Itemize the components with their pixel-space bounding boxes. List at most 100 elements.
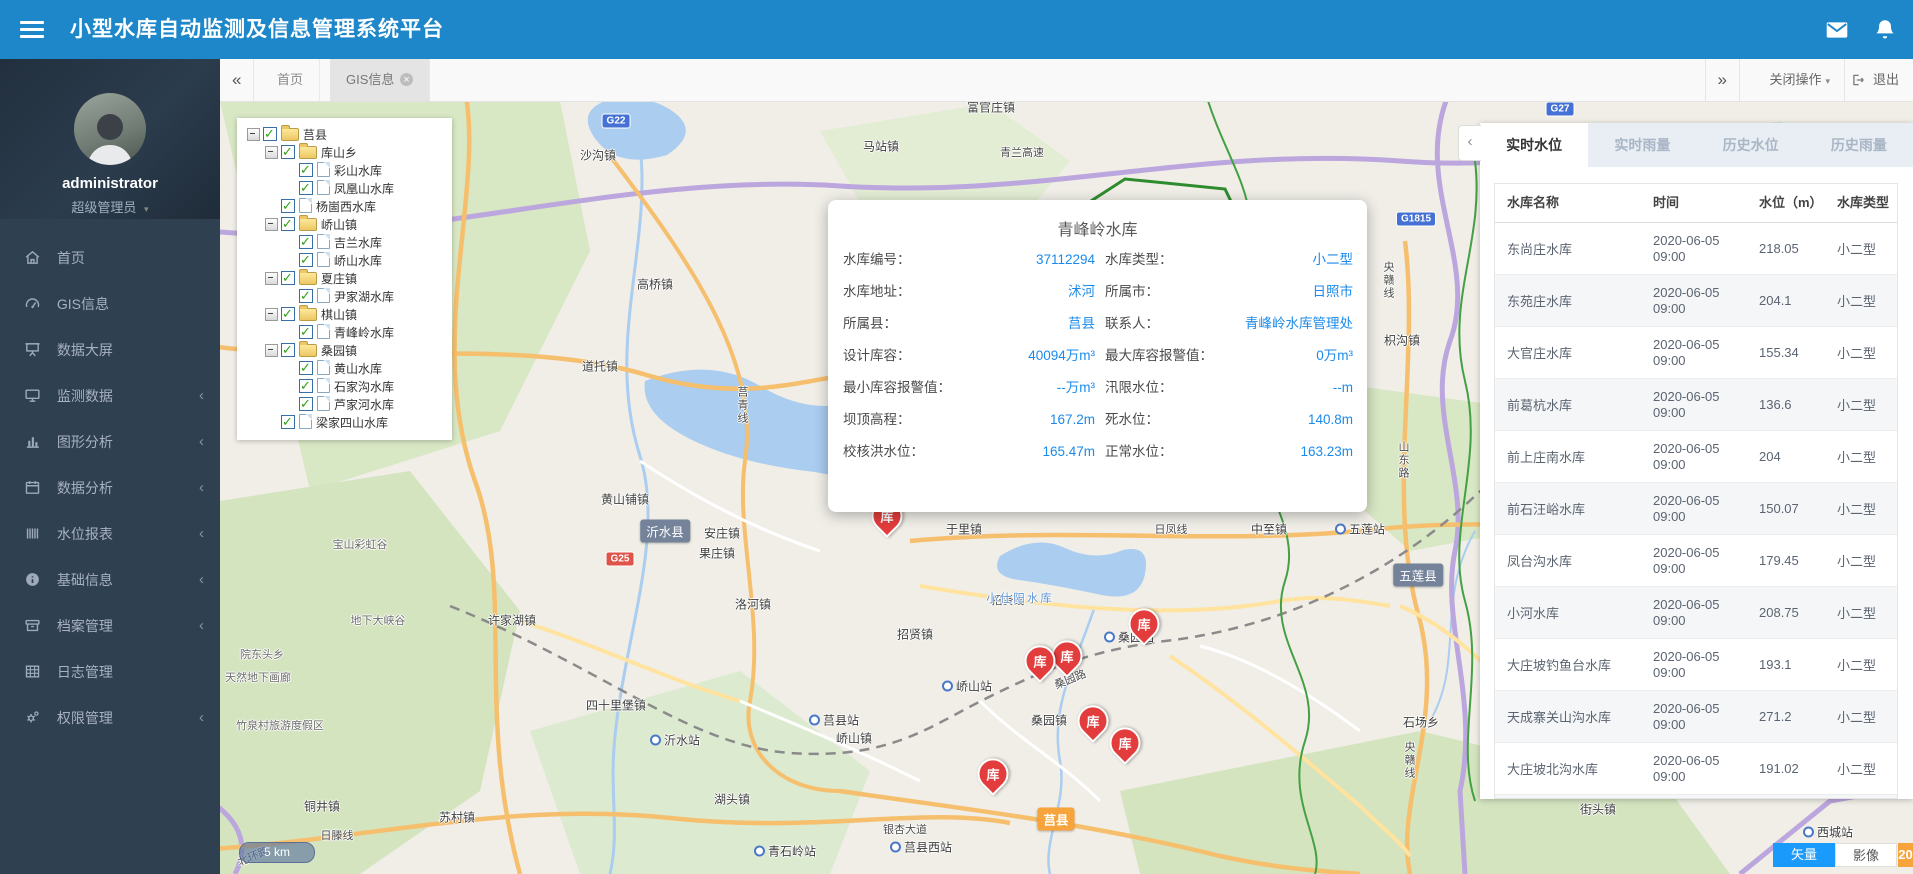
tree-node-reservoir[interactable]: 彩山水库	[243, 162, 452, 180]
前葛杭水库[interactable]: 前葛杭水库 2020-06-0509:00 136.6 小二型	[1495, 379, 1897, 431]
map-label: 天然地下画廊	[225, 669, 291, 685]
sidebar-item-monitor-data[interactable]: 监测数据	[0, 373, 220, 419]
sidebar-item-gis[interactable]: GIS信息	[0, 281, 220, 327]
tree-node-icon	[317, 396, 330, 411]
tree-node-reservoir[interactable]: 黄山水库	[243, 360, 452, 378]
popup-field-row: 水库类型：小二型	[1105, 244, 1353, 276]
tree-checkbox[interactable]	[281, 217, 295, 231]
tree-node-reservoir[interactable]: 芦家河水库	[243, 396, 452, 414]
tree-node-reservoir[interactable]: 石家沟水库	[243, 378, 452, 396]
tree-checkbox[interactable]	[299, 397, 313, 411]
tree-expand-icon[interactable]	[265, 308, 278, 321]
bell-icon[interactable]	[1872, 17, 1898, 43]
sidebar-item-level-report[interactable]: 水位报表	[0, 511, 220, 557]
tree-node-reservoir[interactable]: 杨崮西水库	[243, 198, 452, 216]
map-label: 沂水站	[650, 732, 700, 749]
凤台沟水库[interactable]: 凤台沟水库 2020-06-0509:00 179.45 小二型	[1495, 535, 1897, 587]
scroll-tabs-right-icon[interactable]	[1705, 59, 1740, 101]
tree-checkbox[interactable]	[299, 379, 313, 393]
map-label: 莒县站	[809, 712, 859, 729]
sidebar-item-chart-analysis[interactable]: 图形分析	[0, 419, 220, 465]
sidebar-item-base-info[interactable]: 基础信息	[0, 557, 220, 603]
table-row[interactable]: 2020-06-05	[1495, 795, 1897, 799]
天成寨关山沟水库[interactable]: 天成寨关山沟水库 2020-06-0509:00 271.2 小二型	[1495, 691, 1897, 743]
tab-gis[interactable]: GIS信息	[330, 59, 430, 101]
tree-node-town[interactable]: 夏庄镇	[243, 270, 452, 288]
tree-node-reservoir[interactable]: 凤凰山水库	[243, 180, 452, 198]
tree-checkbox[interactable]	[299, 325, 313, 339]
popup-field-row: 联系人：青峰岭水库管理处	[1105, 308, 1353, 340]
username: administrator	[0, 175, 220, 192]
tree-node-town[interactable]: 库山乡	[243, 144, 452, 162]
tree-checkbox[interactable]	[281, 307, 295, 321]
tree-node-reservoir[interactable]: 尹家湖水库	[243, 288, 452, 306]
tree-node-town[interactable]: 棋山镇	[243, 306, 452, 324]
tree-checkbox[interactable]	[281, 415, 295, 429]
tree-expand-icon[interactable]	[265, 344, 278, 357]
panel-collapse-button[interactable]	[1458, 125, 1481, 161]
tree-checkbox[interactable]	[281, 199, 295, 213]
sidebar-item-data-analysis[interactable]: 数据分析	[0, 465, 220, 511]
大庄坡北沟水库[interactable]: 大庄坡北沟水库 2020-06-0509:00 191.02 小二型	[1495, 743, 1897, 795]
前石汪峪水库[interactable]: 前石汪峪水库 2020-06-0509:00 150.07 小二型	[1495, 483, 1897, 535]
tree-checkbox[interactable]	[263, 127, 277, 141]
tree-node-reservoir[interactable]: 吉兰水库	[243, 234, 452, 252]
tree-node-reservoir[interactable]: 峤山水库	[243, 252, 452, 270]
popup-field-row: 水库编号：37112294	[843, 244, 1095, 276]
tree-expand-icon[interactable]	[265, 218, 278, 231]
tab-history-level[interactable]: 历史水位	[1697, 123, 1805, 167]
vector-layer-button[interactable]: 矢量	[1773, 843, 1835, 867]
sidebar-item-archives[interactable]: 档案管理	[0, 603, 220, 649]
小河水库[interactable]: 小河水库 2020-06-0509:00 208.75 小二型	[1495, 587, 1897, 639]
tree-node-town[interactable]: 峤山镇	[243, 216, 452, 234]
大官庄水库[interactable]: 大官庄水库 2020-06-0509:00 155.34 小二型	[1495, 327, 1897, 379]
map-label: 黄山铺镇	[601, 491, 649, 508]
role-dropdown[interactable]: 超级管理员 ▾	[0, 197, 220, 216]
sidebar: administrator 超级管理员 ▾ 首页 GIS信息	[0, 59, 220, 874]
tree-expand-icon[interactable]	[265, 272, 278, 285]
tree-checkbox[interactable]	[299, 163, 313, 177]
前上庄南水库[interactable]: 前上庄南水库 2020-06-0509:00 204 小二型	[1495, 431, 1897, 483]
popup-field-row: 最小库容报警值：--万m³	[843, 372, 1095, 404]
sidebar-item-logs[interactable]: 日志管理	[0, 649, 220, 695]
avatar[interactable]	[74, 93, 146, 165]
mail-icon[interactable]	[1824, 17, 1850, 43]
tree-checkbox[interactable]	[299, 361, 313, 375]
scroll-tabs-left-icon[interactable]	[220, 59, 254, 101]
hamburger-menu-icon[interactable]	[20, 21, 44, 38]
tree-node-icon	[317, 162, 330, 177]
tree-node-town[interactable]: 桑园镇	[243, 342, 452, 360]
东尚庄水库[interactable]: 东尚庄水库 2020-06-0509:00 218.05 小二型	[1495, 223, 1897, 275]
tree-checkbox[interactable]	[299, 181, 313, 195]
logout-button[interactable]: 退出	[1837, 59, 1913, 101]
close-operations-button[interactable]: 关闭操作▾	[1755, 59, 1845, 101]
sidebar-item-permissions[interactable]: 权限管理	[0, 695, 220, 741]
tree-checkbox[interactable]	[281, 145, 295, 159]
tab-realtime-rain[interactable]: 实时雨量	[1588, 123, 1696, 167]
layer-tree-panel: 莒县 库山乡 彩山水库 凤凰山水库 杨崮西水库 峤	[237, 118, 452, 440]
tree-node-reservoir[interactable]: 青峰岭水库	[243, 324, 452, 342]
tree-node-reservoir[interactable]: 梁家四山水库	[243, 414, 452, 432]
map-canvas[interactable]: 沙沟镇马站镇富官庄镇青兰高速高桥镇道托镇黄山铺镇安庄镇果庄镇于里镇日凤线中至镇五…	[220, 101, 1913, 874]
tree-checkbox[interactable]	[299, 235, 313, 249]
tree-node-county[interactable]: 莒县	[243, 126, 452, 144]
imagery-layer-button[interactable]: 影像	[1835, 843, 1897, 867]
sidebar-item-home[interactable]: 首页	[0, 235, 220, 281]
tree-checkbox[interactable]	[299, 289, 313, 303]
clipped-date-control[interactable]: 20	[1898, 843, 1913, 867]
tab-realtime-level[interactable]: 实时水位	[1480, 123, 1588, 167]
东苑庄水库[interactable]: 东苑庄水库 2020-06-0509:00 204.1 小二型	[1495, 275, 1897, 327]
close-tab-icon[interactable]	[400, 73, 413, 86]
sidebar-item-bigscreen[interactable]: 数据大屏	[0, 327, 220, 373]
tree-checkbox[interactable]	[281, 271, 295, 285]
tree-checkbox[interactable]	[281, 343, 295, 357]
app-window: 小型水库自动监测及信息管理系统平台 首页 GIS信息 关闭操作▾ 退出	[0, 0, 1913, 874]
chevron-left-icon	[199, 373, 204, 419]
tree-expand-icon[interactable]	[247, 128, 260, 141]
tree-checkbox[interactable]	[299, 253, 313, 267]
大庄坡钓鱼台水库[interactable]: 大庄坡钓鱼台水库 2020-06-0509:00 193.1 小二型	[1495, 639, 1897, 691]
tree-node-icon	[317, 288, 330, 303]
tab-home[interactable]: 首页	[261, 59, 320, 101]
tree-expand-icon[interactable]	[265, 146, 278, 159]
tab-history-rain[interactable]: 历史雨量	[1805, 123, 1913, 167]
